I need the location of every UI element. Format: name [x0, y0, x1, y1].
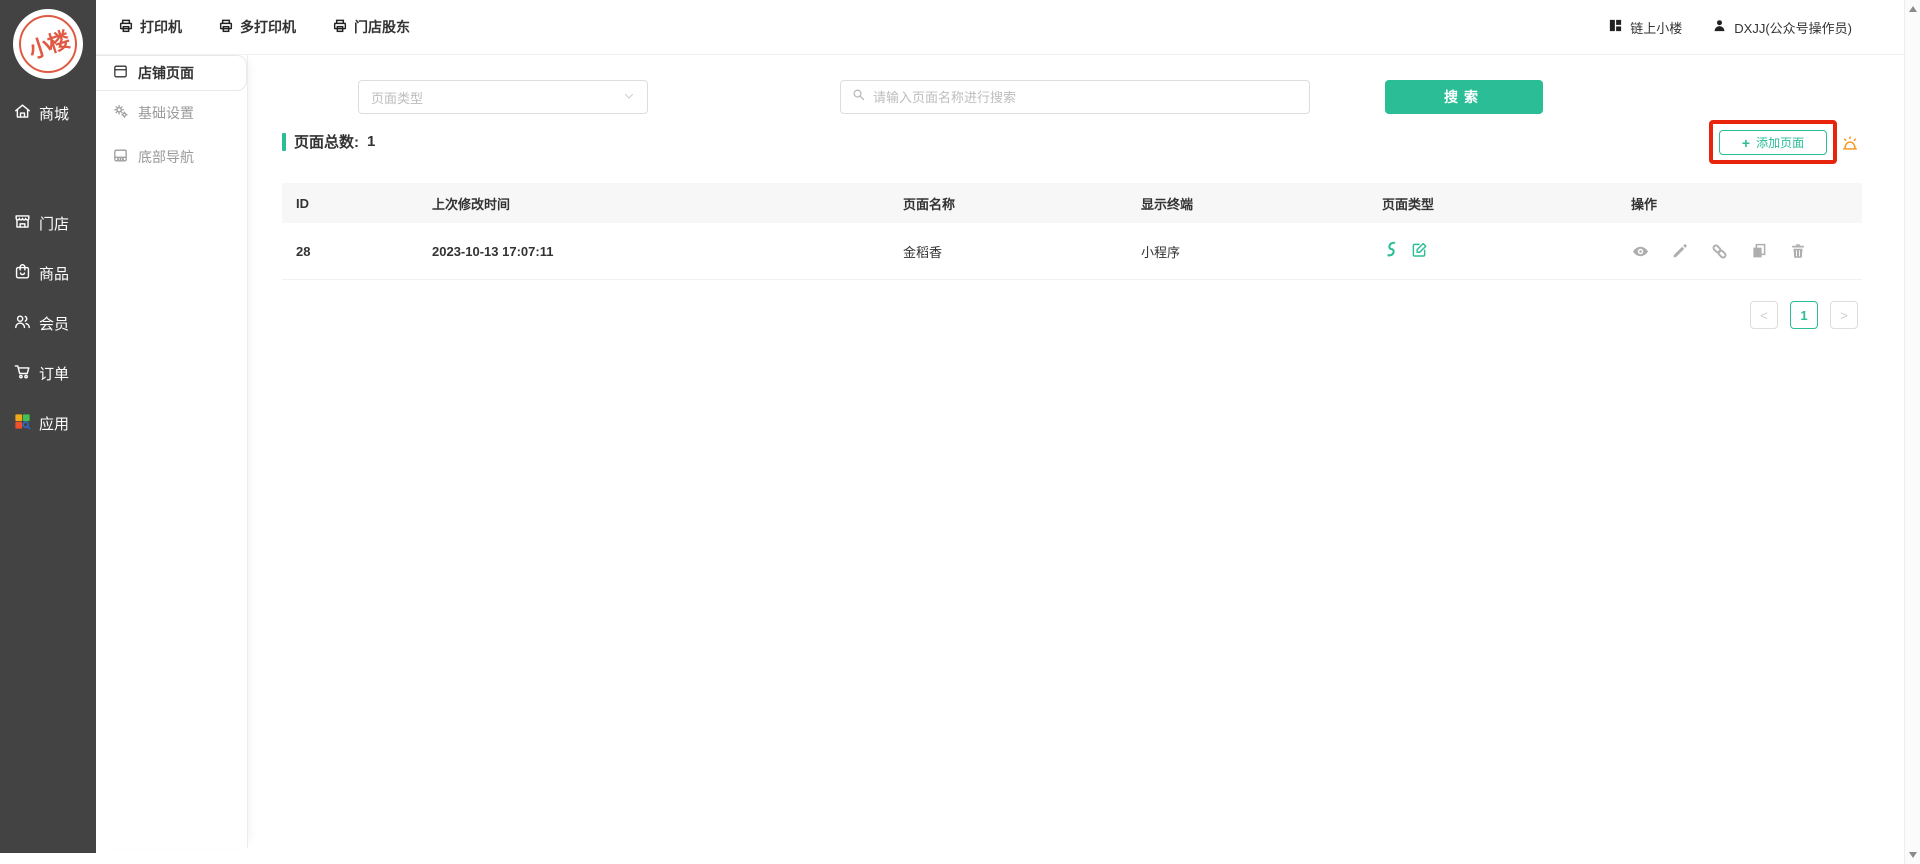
- topnav-item-multiprinter[interactable]: 多打印机: [218, 17, 296, 37]
- col-header-actions: 操作: [1617, 194, 1862, 213]
- submenu-item-basic-settings[interactable]: 基础设置: [96, 91, 247, 135]
- eye-icon[interactable]: [1631, 242, 1650, 261]
- app-root: 小楼 商城 门店 商品 会员: [0, 0, 1920, 864]
- sidebar-item-members[interactable]: 会员: [0, 311, 96, 335]
- sidebar-item-stores[interactable]: 门店: [0, 211, 96, 235]
- storefront-icon: [13, 212, 32, 235]
- sidebar-item-label: 应用: [39, 413, 69, 434]
- scroll-down-arrow-icon[interactable]: [1909, 852, 1917, 858]
- topnav: 打印机 多打印机 门店股东: [96, 17, 410, 37]
- pencil-icon[interactable]: [1671, 242, 1689, 260]
- search-input[interactable]: [873, 90, 1299, 105]
- col-header-name: 页面名称: [889, 194, 1127, 213]
- topbar: 打印机 多打印机 门店股东 链上小楼: [96, 0, 1904, 55]
- alarm-icon[interactable]: [1840, 133, 1860, 153]
- home-icon: [13, 102, 32, 125]
- page-count-value: 1: [367, 133, 375, 150]
- submenu-item-shop-pages[interactable]: 店铺页面: [96, 55, 247, 91]
- gears-icon: [112, 103, 129, 123]
- submenu-item-label: 店铺页面: [138, 63, 194, 83]
- main-content: 页面类型 搜索 页面总数: 1 + 添加页面 I: [248, 55, 1904, 853]
- scroll-up-arrow-icon[interactable]: [1909, 6, 1917, 12]
- workspace-switcher[interactable]: 链上小楼: [1608, 18, 1682, 37]
- submenu-item-bottom-nav[interactable]: 底部导航: [96, 135, 247, 179]
- shopping-bag-icon: [13, 262, 32, 285]
- page-count-label: 页面总数:: [294, 131, 359, 152]
- sidebar-item-label: 订单: [39, 363, 69, 384]
- submenu-item-label: 基础设置: [138, 103, 194, 123]
- main-sidebar: 小楼 商城 门店 商品 会员: [0, 0, 96, 853]
- vertical-scrollbar[interactable]: [1904, 0, 1920, 864]
- sidebar-item-apps[interactable]: 应用: [0, 411, 96, 435]
- cart-icon: [13, 362, 32, 385]
- topnav-item-shareholder[interactable]: 门店股东: [332, 17, 410, 37]
- sidebar-item-goods[interactable]: 商品: [0, 261, 96, 285]
- pagination: < 1 >: [1750, 301, 1858, 329]
- sidebar-item-label: 商品: [39, 263, 69, 284]
- topnav-item-label: 门店股东: [354, 17, 410, 37]
- search-icon: [851, 87, 866, 107]
- sidebar-item-orders[interactable]: 订单: [0, 361, 96, 385]
- pagination-page-1[interactable]: 1: [1790, 301, 1818, 329]
- workspace-grid-icon: [1608, 18, 1623, 36]
- cell-name: 金稻香: [889, 242, 1127, 261]
- search-field-wrap: [840, 80, 1310, 114]
- topnav-item-printer[interactable]: 打印机: [118, 17, 182, 37]
- accent-bar: [282, 133, 286, 151]
- page-type-select[interactable]: 页面类型: [358, 80, 648, 114]
- page-count-summary: 页面总数: 1: [282, 131, 375, 152]
- logo-text: 小楼: [24, 23, 72, 66]
- col-header-id: ID: [282, 196, 418, 211]
- sidebar-item-label: 会员: [39, 313, 69, 334]
- cell-id: 28: [282, 244, 418, 259]
- apps-grid-icon: [13, 412, 32, 435]
- user-icon: [1712, 18, 1727, 36]
- search-button[interactable]: 搜索: [1385, 80, 1543, 114]
- topbar-right: 链上小楼 DXJJ(公众号操作员): [1608, 18, 1904, 37]
- user-menu[interactable]: DXJJ(公众号操作员): [1712, 18, 1852, 37]
- sidebar-item-label: 门店: [39, 213, 69, 234]
- topnav-item-label: 打印机: [140, 17, 182, 37]
- cell-page-type: [1368, 240, 1617, 262]
- edit-square-icon: [1410, 241, 1428, 262]
- cell-actions: [1617, 242, 1862, 261]
- bottom-nav-icon: [112, 147, 129, 167]
- cell-terminal: 小程序: [1127, 242, 1368, 261]
- user-label: DXJJ(公众号操作员): [1734, 18, 1852, 37]
- printer-icon: [118, 18, 134, 37]
- table-header-row: ID 上次修改时间 页面名称 显示终端 页面类型 操作: [282, 183, 1862, 223]
- sidebar-item-mall[interactable]: 商城: [0, 101, 96, 125]
- pagination-next-button[interactable]: >: [1830, 301, 1858, 329]
- printer-icon: [218, 18, 234, 37]
- col-header-type: 页面类型: [1368, 194, 1617, 213]
- page-type-placeholder: 页面类型: [371, 88, 423, 107]
- col-header-modified: 上次修改时间: [418, 194, 889, 213]
- submenu-item-label: 底部导航: [138, 147, 194, 167]
- workspace-label: 链上小楼: [1630, 18, 1682, 37]
- link-icon[interactable]: [1710, 242, 1729, 261]
- pages-table: ID 上次修改时间 页面名称 显示终端 页面类型 操作 28 2023-10-1…: [282, 183, 1862, 280]
- miniprogram-icon: [1382, 240, 1401, 262]
- logo-ring: 小楼: [19, 15, 77, 73]
- submenu-panel: 店铺页面 基础设置 底部导航: [96, 55, 248, 848]
- trash-icon[interactable]: [1789, 242, 1807, 260]
- cell-modified: 2023-10-13 17:07:11: [418, 244, 889, 259]
- users-icon: [13, 312, 32, 335]
- annotation-highlight-box: [1709, 120, 1837, 164]
- col-header-terminal: 显示终端: [1127, 194, 1368, 213]
- table-row: 28 2023-10-13 17:07:11 金稻香 小程序: [282, 223, 1862, 280]
- browser-window-icon: [112, 63, 129, 83]
- sidebar-item-label: 商城: [39, 103, 69, 124]
- printer-icon: [332, 18, 348, 37]
- copy-icon[interactable]: [1750, 242, 1768, 260]
- topnav-item-label: 多打印机: [240, 17, 296, 37]
- chevron-down-icon: [623, 90, 635, 105]
- pagination-prev-button[interactable]: <: [1750, 301, 1778, 329]
- brand-logo[interactable]: 小楼: [13, 9, 83, 79]
